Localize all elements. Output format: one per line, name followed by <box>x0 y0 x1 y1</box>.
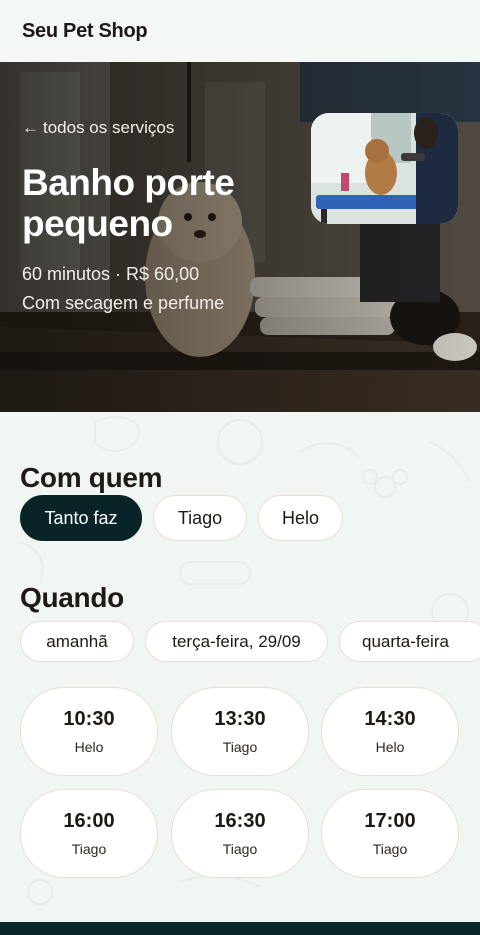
slot-professional: Tiago <box>71 841 107 857</box>
time-slot[interactable]: 14:30 Helo <box>321 687 459 776</box>
slot-professional: Tiago <box>372 841 408 857</box>
top-bar: Seu Pet Shop <box>0 0 480 62</box>
date-option-tomorrow[interactable]: amanhã <box>20 621 134 662</box>
slot-time: 10:30 <box>63 708 115 730</box>
professional-option-helo[interactable]: Helo <box>258 495 343 541</box>
date-option-tuesday[interactable]: terça-feira, 29/09 <box>145 621 328 662</box>
service-thumbnail <box>311 113 458 224</box>
time-slot[interactable]: 16:00 Tiago <box>20 789 158 878</box>
slot-professional: Tiago <box>222 841 258 857</box>
option-label: Tanto faz <box>44 507 118 528</box>
date-option-wednesday[interactable]: quarta-feira <box>339 621 480 662</box>
professional-option-any[interactable]: Tanto faz <box>20 495 142 541</box>
grooming-photo <box>311 113 458 224</box>
service-title: Banho porte pequeno <box>22 162 235 244</box>
back-link-label: todos os serviços <box>43 118 175 137</box>
slot-time: 13:30 <box>214 708 266 730</box>
time-slot[interactable]: 16:30 Tiago <box>171 789 309 878</box>
option-label: Tiago <box>177 507 223 528</box>
service-description: Com secagem e perfume <box>22 293 225 313</box>
brand-logo[interactable]: Seu Pet Shop <box>22 20 148 43</box>
who-section-title: Com quem <box>20 462 163 493</box>
slot-professional: Helo <box>74 739 104 755</box>
time-slot[interactable]: 13:30 Tiago <box>171 687 309 776</box>
bottom-bar <box>0 922 480 935</box>
date-label: terça-feira, 29/09 <box>172 631 301 651</box>
arrow-left-icon: ← <box>22 118 39 137</box>
service-duration-price: 60 minutos · R$ 60,00 <box>22 264 200 284</box>
booking-panel: Com quem Tanto faz Tiago Helo Quando ama… <box>0 412 480 922</box>
date-label: quarta-feira <box>362 631 449 651</box>
slot-time: 16:00 <box>63 810 115 832</box>
when-section-title: Quando <box>20 582 124 613</box>
date-label: amanhã <box>46 631 108 651</box>
option-label: Helo <box>281 507 320 528</box>
time-slot[interactable]: 17:00 Tiago <box>321 789 459 878</box>
service-hero: ← todos os serviços Banho porte pequeno … <box>0 62 480 412</box>
slot-time: 14:30 <box>364 708 416 730</box>
slot-professional: Helo <box>375 739 405 755</box>
professional-option-tiago[interactable]: Tiago <box>153 495 247 541</box>
time-slot[interactable]: 10:30 Helo <box>20 687 158 776</box>
back-to-services-link[interactable]: ← todos os serviços <box>22 118 174 138</box>
slot-time: 17:00 <box>364 810 416 832</box>
slot-time: 16:30 <box>214 810 266 832</box>
slot-professional: Tiago <box>222 739 258 755</box>
